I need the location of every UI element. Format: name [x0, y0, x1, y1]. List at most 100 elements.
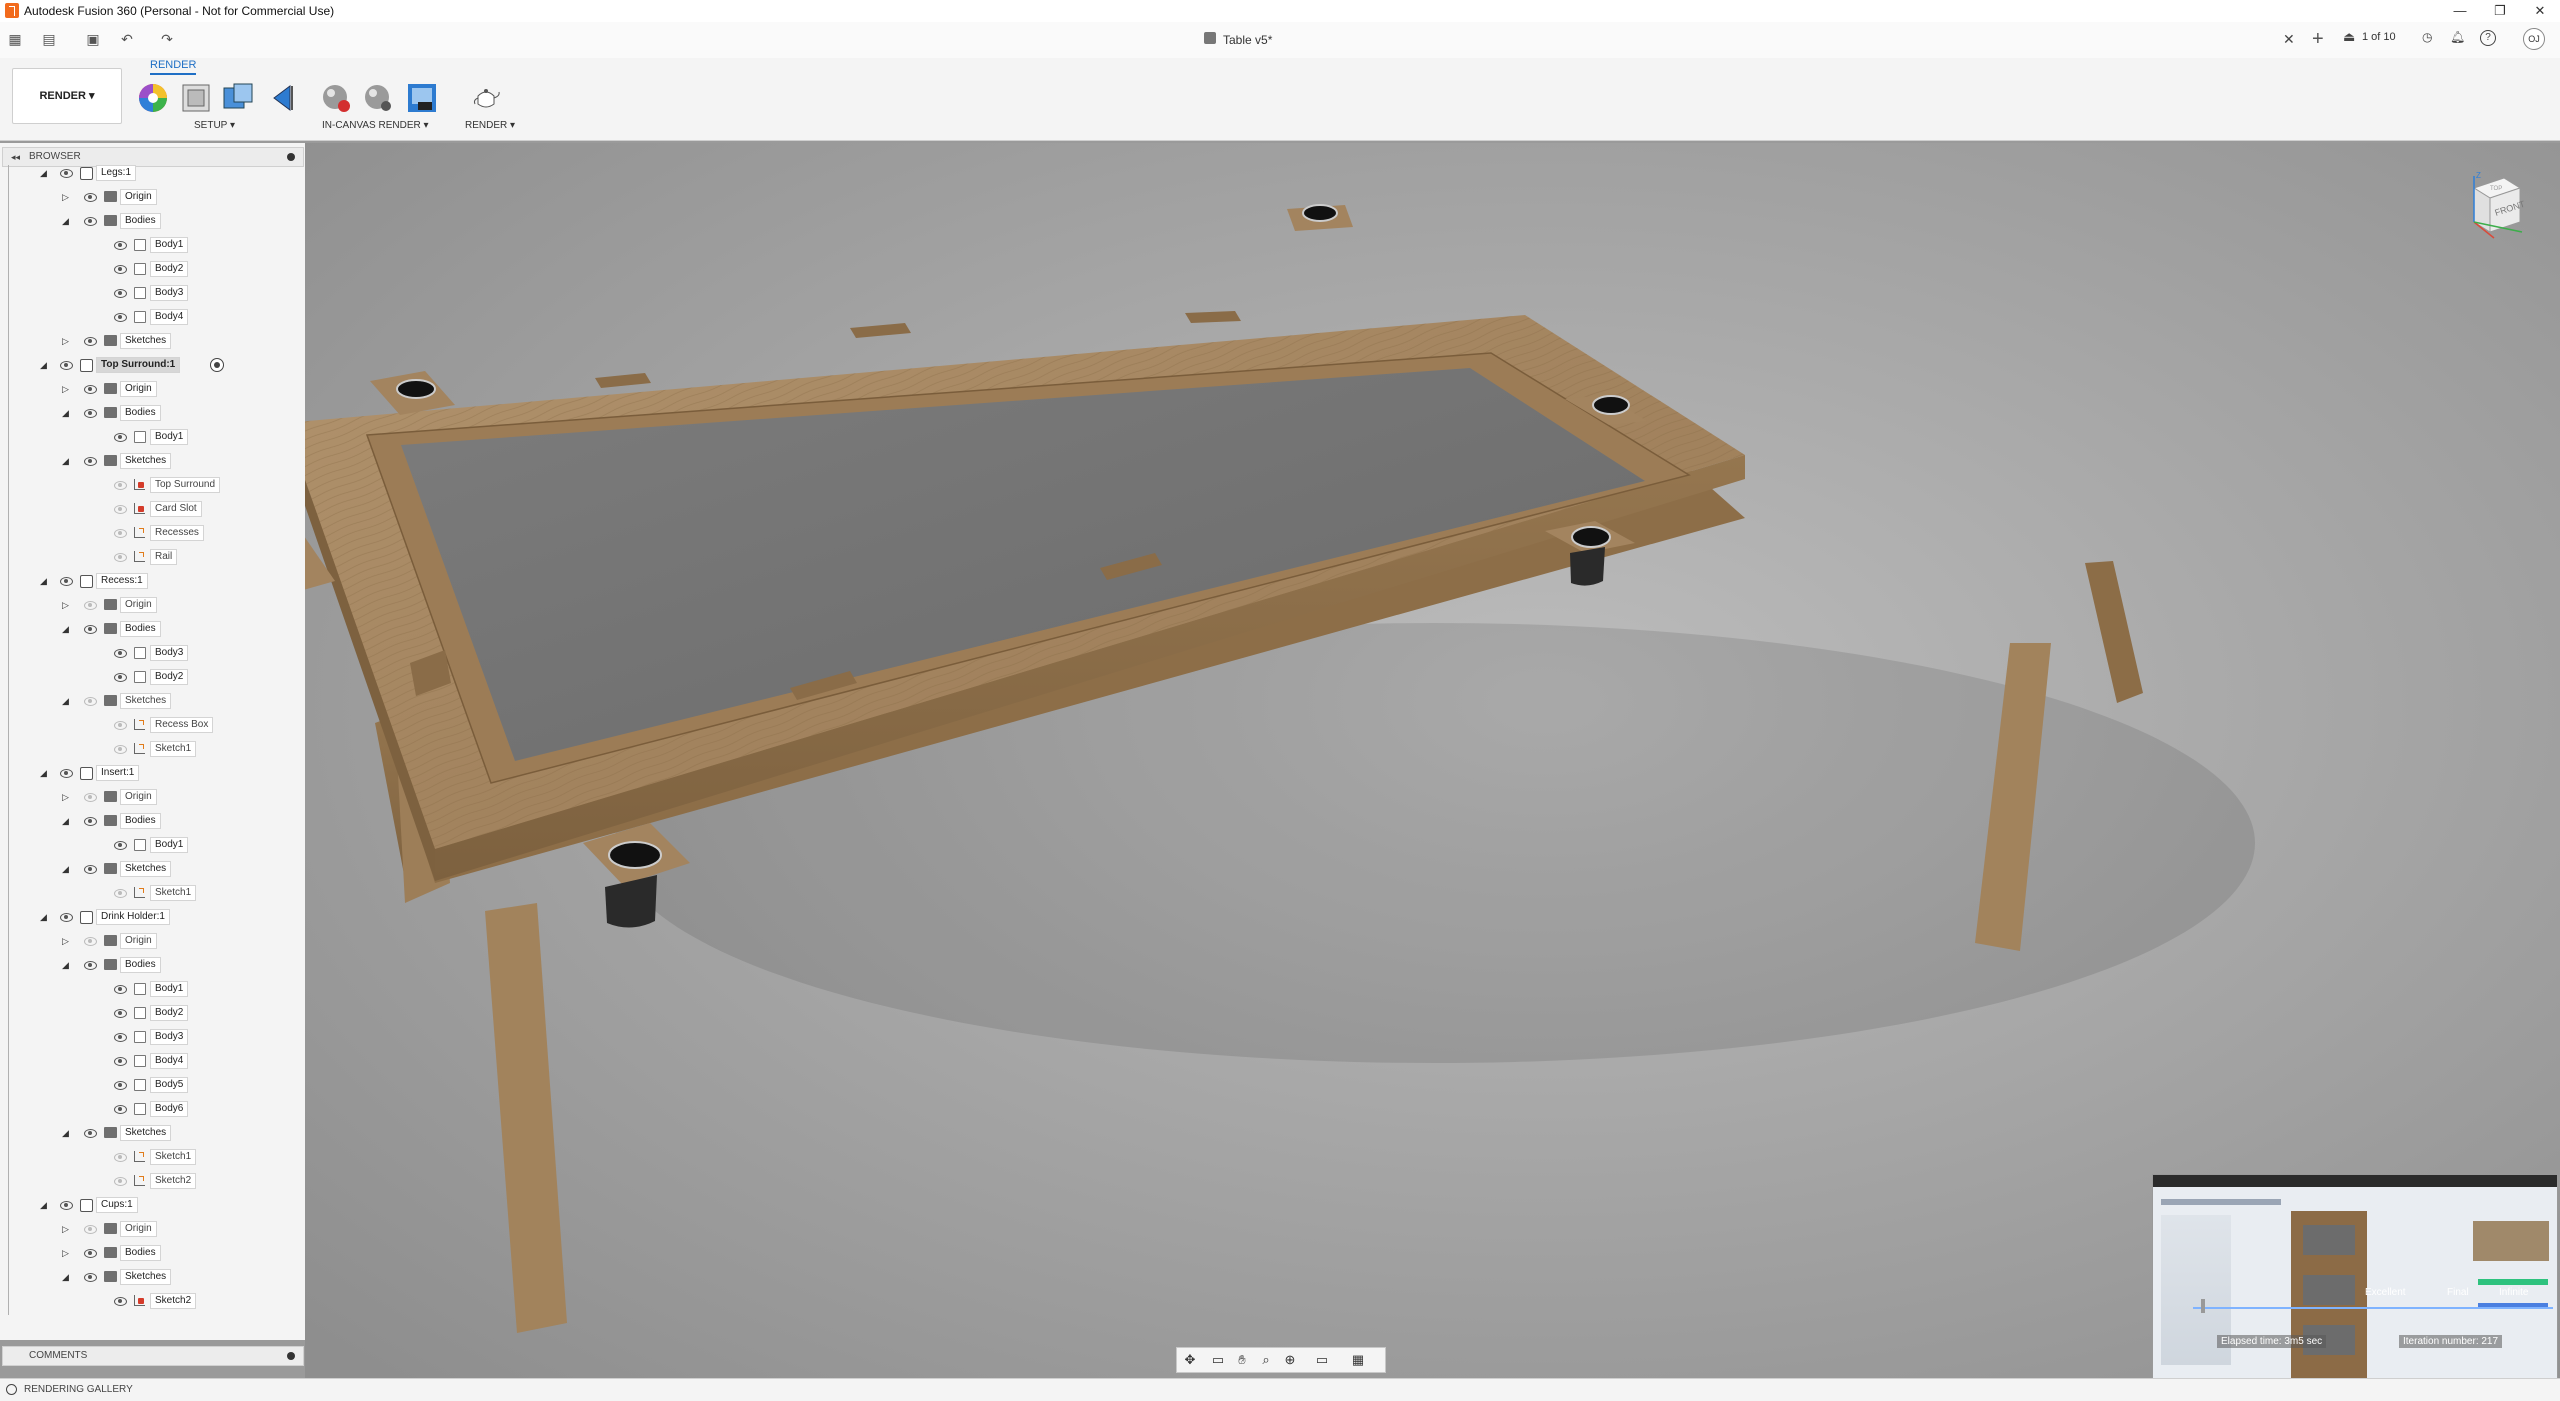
browser-node-label[interactable]: Body3	[150, 645, 189, 661]
browser-node-label[interactable]: Origin	[120, 933, 157, 949]
file-menu-icon[interactable]: ▤	[40, 30, 58, 48]
expand-arrow-icon[interactable]: ▷	[62, 383, 72, 395]
visibility-eye-icon[interactable]	[114, 985, 127, 994]
browser-node-label[interactable]: Sketches	[120, 453, 172, 469]
browser-node-label[interactable]: Body1	[150, 429, 189, 445]
user-avatar[interactable]: OJ	[2523, 28, 2545, 50]
visibility-eye-icon[interactable]	[84, 1273, 97, 1282]
quality-final-label[interactable]: Final	[2447, 1287, 2469, 1298]
new-tab-icon[interactable]: +	[2312, 28, 2324, 51]
visibility-eye-icon[interactable]	[84, 625, 97, 634]
render-group-label[interactable]: RENDER ▾	[465, 120, 515, 131]
browser-node-sketches[interactable]: ◢ Sketches	[0, 1269, 300, 1285]
browser-node-drink-holder-1[interactable]: ◢ Drink Holder:1	[0, 909, 300, 925]
browser-node-recess-1[interactable]: ◢ Recess:1	[0, 573, 300, 589]
browser-node-insert-1[interactable]: ◢ Insert:1	[0, 765, 300, 781]
browser-node-bodies[interactable]: ◢ Bodies	[0, 957, 300, 973]
browser-node-cups-1[interactable]: ◢ Cups:1	[0, 1197, 300, 1213]
browser-node-label[interactable]: Sketch2	[150, 1293, 197, 1309]
collapse-arrow-icon[interactable]: ◢	[40, 359, 50, 371]
visibility-eye-icon[interactable]	[114, 1081, 127, 1090]
expand-arrow-icon[interactable]: ▷	[62, 791, 72, 803]
in-canvas-render-group-label[interactable]: IN-CANVAS RENDER ▾	[322, 120, 429, 131]
visibility-eye-icon[interactable]	[84, 457, 97, 466]
capture-image-icon[interactable]	[406, 82, 438, 114]
browser-node-label[interactable]: Body4	[150, 1053, 189, 1069]
collapse-arrow-icon[interactable]: ◢	[62, 1271, 72, 1283]
visibility-eye-icon[interactable]	[114, 745, 127, 754]
visibility-eye-icon[interactable]	[84, 1129, 97, 1138]
browser-node-label[interactable]: Body2	[150, 261, 189, 277]
browser-pin-icon[interactable]	[287, 153, 295, 161]
browser-node-origin[interactable]: ▷ Origin	[0, 189, 300, 205]
browser-node-sketch1[interactable]: Sketch1	[0, 885, 300, 901]
tab-render[interactable]: RENDER	[150, 59, 197, 75]
expand-arrow-icon[interactable]: ▷	[62, 335, 72, 347]
browser-node-body3[interactable]: Body3	[0, 1029, 300, 1045]
pan-hand-icon[interactable]: ✋︎	[1231, 1351, 1253, 1369]
visibility-eye-icon[interactable]	[60, 1201, 73, 1210]
redo-icon[interactable]: ↷	[158, 30, 176, 48]
workspace-switcher[interactable]: RENDER ▾	[12, 68, 122, 124]
visibility-eye-icon[interactable]	[114, 673, 127, 682]
browser-node-card-slot[interactable]: Card Slot	[0, 501, 300, 517]
browser-node-label[interactable]: Rail	[150, 549, 178, 565]
collapse-arrow-icon[interactable]: ◢	[62, 407, 72, 419]
visibility-eye-icon[interactable]	[114, 481, 127, 490]
visibility-eye-icon[interactable]	[114, 1105, 127, 1114]
undo-icon[interactable]: ↶	[118, 30, 136, 48]
close-window-button[interactable]: ✕	[2520, 0, 2560, 22]
browser-node-body3[interactable]: Body3	[0, 285, 300, 301]
browser-node-bodies[interactable]: ◢ Bodies	[0, 621, 300, 637]
browser-node-label[interactable]: Top Surround:1	[96, 357, 181, 373]
visibility-eye-icon[interactable]	[114, 313, 127, 322]
visibility-eye-icon[interactable]	[60, 169, 73, 178]
collapse-arrow-icon[interactable]: ◢	[40, 167, 50, 179]
browser-node-bodies[interactable]: ▷ Bodies	[0, 1245, 300, 1261]
browser-node-origin[interactable]: ▷ Origin	[0, 789, 300, 805]
collapse-arrow-icon[interactable]: ◢	[62, 959, 72, 971]
restore-button[interactable]: ❐	[2480, 0, 2520, 22]
visibility-eye-icon[interactable]	[84, 601, 97, 610]
job-status-count[interactable]: 1 of 10	[2362, 31, 2396, 43]
browser-node-label[interactable]: Body3	[150, 1029, 189, 1045]
browser-node-label[interactable]: Recesses	[150, 525, 204, 541]
browser-node-recesses[interactable]: Recesses	[0, 525, 300, 541]
expand-arrow-icon[interactable]: ▷	[62, 191, 72, 203]
visibility-eye-icon[interactable]	[84, 217, 97, 226]
browser-node-body1[interactable]: Body1	[0, 981, 300, 997]
browser-node-sketch2[interactable]: Sketch2	[0, 1173, 300, 1189]
setup-group-label[interactable]: SETUP ▾	[194, 120, 235, 131]
browser-node-rail[interactable]: Rail	[0, 549, 300, 565]
browser-node-label[interactable]: Sketch1	[150, 885, 197, 901]
visibility-eye-icon[interactable]	[114, 889, 127, 898]
visibility-eye-icon[interactable]	[114, 265, 127, 274]
visibility-eye-icon[interactable]	[114, 241, 127, 250]
browser-node-body5[interactable]: Body5	[0, 1077, 300, 1093]
data-panel-grid-icon[interactable]: ▦	[6, 30, 24, 48]
visibility-eye-icon[interactable]	[114, 841, 127, 850]
browser-node-label[interactable]: Origin	[120, 597, 157, 613]
browser-node-top-surround-1[interactable]: ◢ Top Surround:1	[0, 357, 300, 373]
browser-node-label[interactable]: Body6	[150, 1101, 189, 1117]
browser-node-label[interactable]: Bodies	[120, 213, 161, 229]
browser-node-sketch2[interactable]: Sketch2	[0, 1293, 300, 1309]
browser-node-sketches[interactable]: ◢ Sketches	[0, 453, 300, 469]
help-icon[interactable]: ?	[2480, 30, 2496, 46]
visibility-eye-icon[interactable]	[84, 1225, 97, 1234]
browser-header[interactable]: ◂◂ BROWSER	[2, 147, 304, 167]
visibility-eye-icon[interactable]	[114, 1297, 127, 1306]
browser-node-label[interactable]: Origin	[120, 789, 157, 805]
browser-node-legs-1[interactable]: ◢ Legs:1	[0, 165, 300, 181]
visibility-eye-icon[interactable]	[114, 1009, 127, 1018]
browser-node-bodies[interactable]: ◢ Bodies	[0, 405, 300, 421]
browser-node-label[interactable]: Body3	[150, 285, 189, 301]
notifications-bell-icon[interactable]: 🔔︎	[2450, 30, 2465, 44]
browser-node-origin[interactable]: ▷ Origin	[0, 381, 300, 397]
browser-node-label[interactable]: Sketches	[120, 693, 172, 709]
browser-node-label[interactable]: Bodies	[120, 957, 161, 973]
in-canvas-render-icon[interactable]	[320, 82, 352, 114]
close-tab-icon[interactable]: ✕	[2283, 31, 2295, 48]
browser-node-label[interactable]: Bodies	[120, 405, 161, 421]
visibility-eye-icon[interactable]	[84, 1249, 97, 1258]
